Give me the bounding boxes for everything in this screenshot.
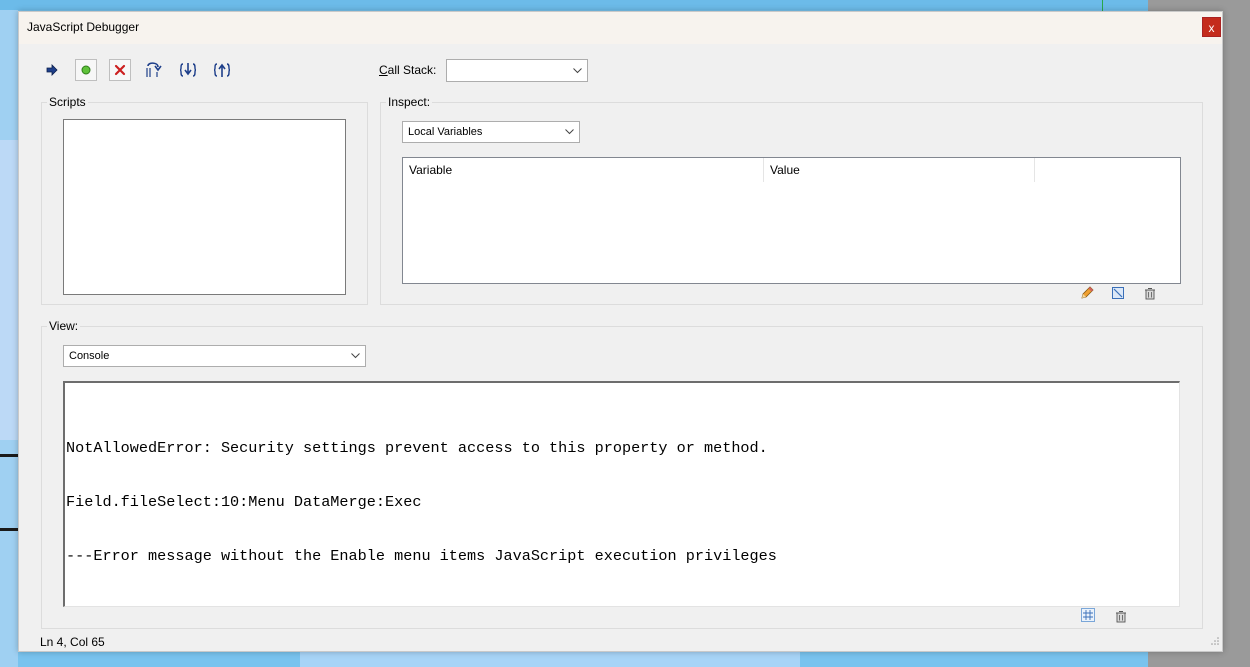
step-over-button[interactable]: [143, 59, 165, 81]
quit-button[interactable]: [109, 59, 131, 81]
inspect-group-title: Inspect:: [386, 95, 433, 109]
column-divider[interactable]: [1034, 158, 1035, 182]
interrupt-button[interactable]: [75, 59, 97, 81]
grid-icon[interactable]: [1081, 608, 1095, 622]
resume-arrow-icon: [46, 64, 58, 76]
chevron-down-icon: [573, 60, 582, 81]
red-x-icon: [114, 64, 126, 76]
column-header-value[interactable]: Value: [764, 158, 1034, 182]
desktop-background-left-panel: [0, 140, 18, 440]
view-dropdown[interactable]: Console: [63, 345, 366, 367]
scripts-group-title: Scripts: [47, 95, 88, 109]
console-output[interactable]: NotAllowedError: Security settings preve…: [63, 381, 1180, 607]
green-dot-icon: [81, 65, 91, 75]
step-out-button[interactable]: [211, 59, 233, 81]
desktop-background-band: [0, 0, 1250, 10]
step-into-icon: [179, 63, 197, 77]
step-over-icon: [146, 62, 162, 77]
desktop-background-bottom: [300, 652, 800, 667]
call-stack-dropdown[interactable]: [446, 59, 588, 82]
chevron-down-icon: [351, 346, 360, 366]
step-out-icon: [213, 63, 231, 77]
close-button[interactable]: x: [1202, 17, 1221, 37]
variables-table[interactable]: Variable Value: [402, 157, 1181, 284]
desktop-line: [0, 528, 18, 531]
console-line: Field.fileSelect:10:Menu DataMerge:Exec: [66, 493, 422, 511]
inspect-dropdown[interactable]: Local Variables: [402, 121, 580, 143]
resume-button[interactable]: [41, 59, 63, 81]
watch-icon[interactable]: [1110, 285, 1126, 301]
window-title: JavaScript Debugger: [27, 20, 140, 34]
view-selected-value: Console: [69, 350, 110, 362]
inspect-selected-value: Local Variables: [408, 126, 483, 138]
trash-icon[interactable]: [1113, 608, 1129, 624]
column-header-variable[interactable]: Variable: [403, 158, 763, 182]
status-bar-position: Ln 4, Col 65: [40, 635, 105, 649]
step-into-button[interactable]: [177, 59, 199, 81]
call-stack-label: Call Stack:: [379, 63, 437, 77]
trash-icon[interactable]: [1142, 285, 1158, 301]
debugger-window: JavaScript Debugger x Call Stack: Script…: [18, 11, 1223, 652]
resize-grip-icon[interactable]: [1211, 634, 1219, 648]
chevron-down-icon: [565, 122, 574, 142]
desktop-line: [0, 454, 18, 457]
console-line: ---Error message without the Enable menu…: [66, 547, 777, 565]
view-group-title: View:: [47, 319, 81, 333]
console-line: NotAllowedError: Security settings preve…: [66, 439, 768, 457]
scripts-list[interactable]: [63, 119, 346, 295]
title-bar[interactable]: JavaScript Debugger x: [19, 12, 1222, 44]
pencil-icon[interactable]: [1079, 285, 1095, 301]
